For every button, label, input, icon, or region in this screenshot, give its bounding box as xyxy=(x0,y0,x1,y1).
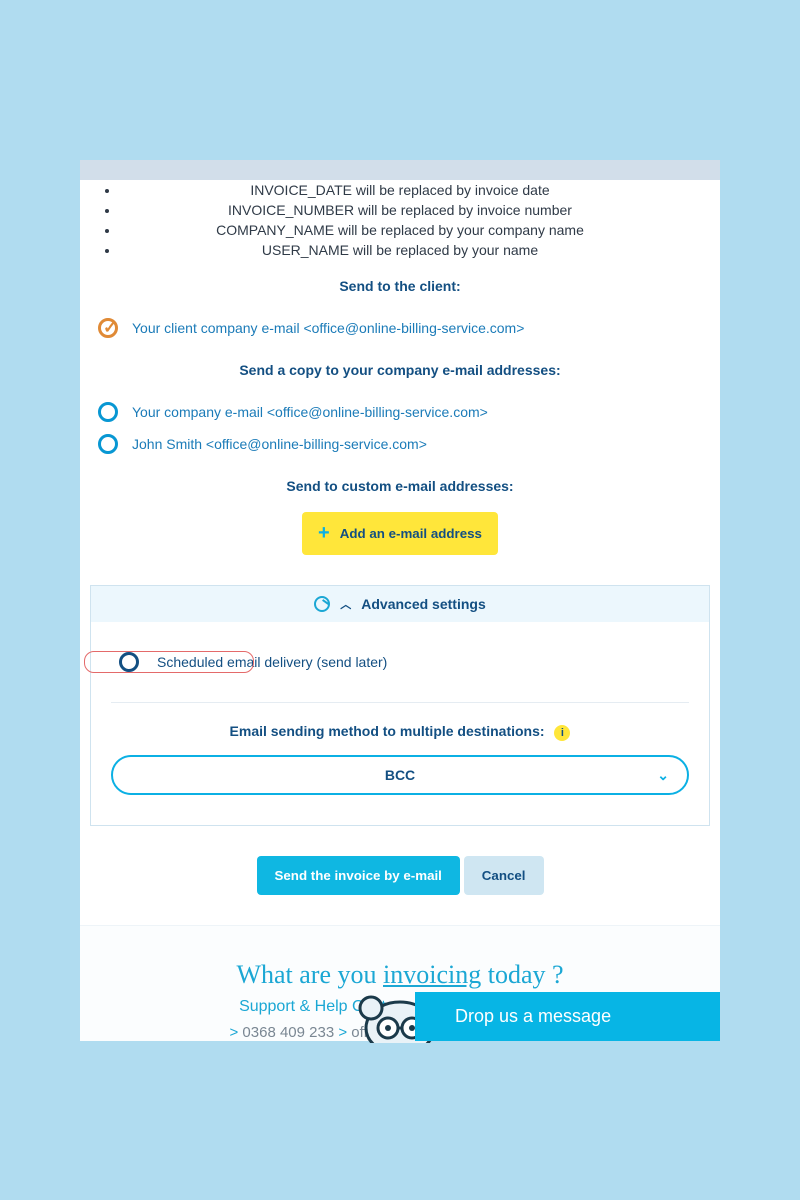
divider xyxy=(111,702,689,703)
browser-chrome-bar xyxy=(80,160,720,180)
send-copy-company-title: Send a copy to your company e-mail addre… xyxy=(90,362,710,378)
add-email-label: Add an e-mail address xyxy=(340,526,482,541)
send-custom-title: Send to custom e-mail addresses: xyxy=(90,478,710,494)
advanced-settings-label: Advanced settings xyxy=(361,596,485,612)
recipient-company-label: Your company e-mail <office@online-billi… xyxy=(132,404,488,420)
chevron-down-icon: ⌄ xyxy=(657,767,669,784)
app-panel: INVOICE_DATE will be replaced by invoice… xyxy=(80,180,720,1041)
recipient-client-label: Your client company e-mail <office@onlin… xyxy=(132,320,524,336)
chevron-right-icon: > xyxy=(229,1024,238,1041)
info-icon[interactable]: i xyxy=(554,725,570,741)
advanced-settings-header[interactable]: ︿ Advanced settings xyxy=(91,586,709,622)
sending-method-label: Email sending method to multiple destina… xyxy=(111,723,689,741)
sending-method-select[interactable]: BCC ⌄ xyxy=(111,755,689,795)
recipient-company-row[interactable]: Your company e-mail <office@online-billi… xyxy=(90,396,710,428)
action-buttons: Send the invoice by e-mail Cancel xyxy=(80,826,720,925)
radio-unchecked-icon[interactable] xyxy=(119,652,139,672)
sending-method-value: BCC xyxy=(385,767,415,783)
annotation-highlight xyxy=(84,651,254,673)
radio-unchecked-icon[interactable] xyxy=(98,434,118,454)
radio-unchecked-icon[interactable] xyxy=(98,402,118,422)
footer-tagline: What are you invoicing today ? xyxy=(80,960,720,990)
placeholder-item: INVOICE_DATE will be replaced by invoice… xyxy=(120,182,680,198)
advanced-settings-panel: ︿ Advanced settings Scheduled email deli… xyxy=(90,585,710,826)
chat-widget-button[interactable]: Drop us a message xyxy=(415,992,720,1041)
recipient-client-row[interactable]: Your client company e-mail <office@onlin… xyxy=(90,312,710,344)
cancel-button[interactable]: Cancel xyxy=(464,856,544,895)
radio-checked-icon[interactable] xyxy=(98,318,118,338)
chevron-up-icon: ︿ xyxy=(340,596,351,612)
placeholder-item: INVOICE_NUMBER will be replaced by invoi… xyxy=(120,202,680,218)
placeholder-list: INVOICE_DATE will be replaced by invoice… xyxy=(120,180,710,260)
recipient-user-row[interactable]: John Smith <office@online-billing-servic… xyxy=(90,428,710,460)
send-to-client-title: Send to the client: xyxy=(90,278,710,294)
scheduled-delivery-row[interactable]: Scheduled email delivery (send later) xyxy=(111,642,689,682)
wrench-icon xyxy=(314,596,330,612)
plus-icon: + xyxy=(318,522,330,545)
recipient-user-label: John Smith <office@online-billing-servic… xyxy=(132,436,427,452)
placeholder-item: USER_NAME will be replaced by your name xyxy=(120,242,680,258)
support-phone[interactable]: 0368 409 233 xyxy=(242,1024,334,1041)
placeholder-item: COMPANY_NAME will be replaced by your co… xyxy=(120,222,680,238)
add-email-button[interactable]: + Add an e-mail address xyxy=(302,512,498,555)
footer: What are you invoicing today ? Support &… xyxy=(80,925,720,1041)
send-invoice-button[interactable]: Send the invoice by e-mail xyxy=(257,856,460,895)
